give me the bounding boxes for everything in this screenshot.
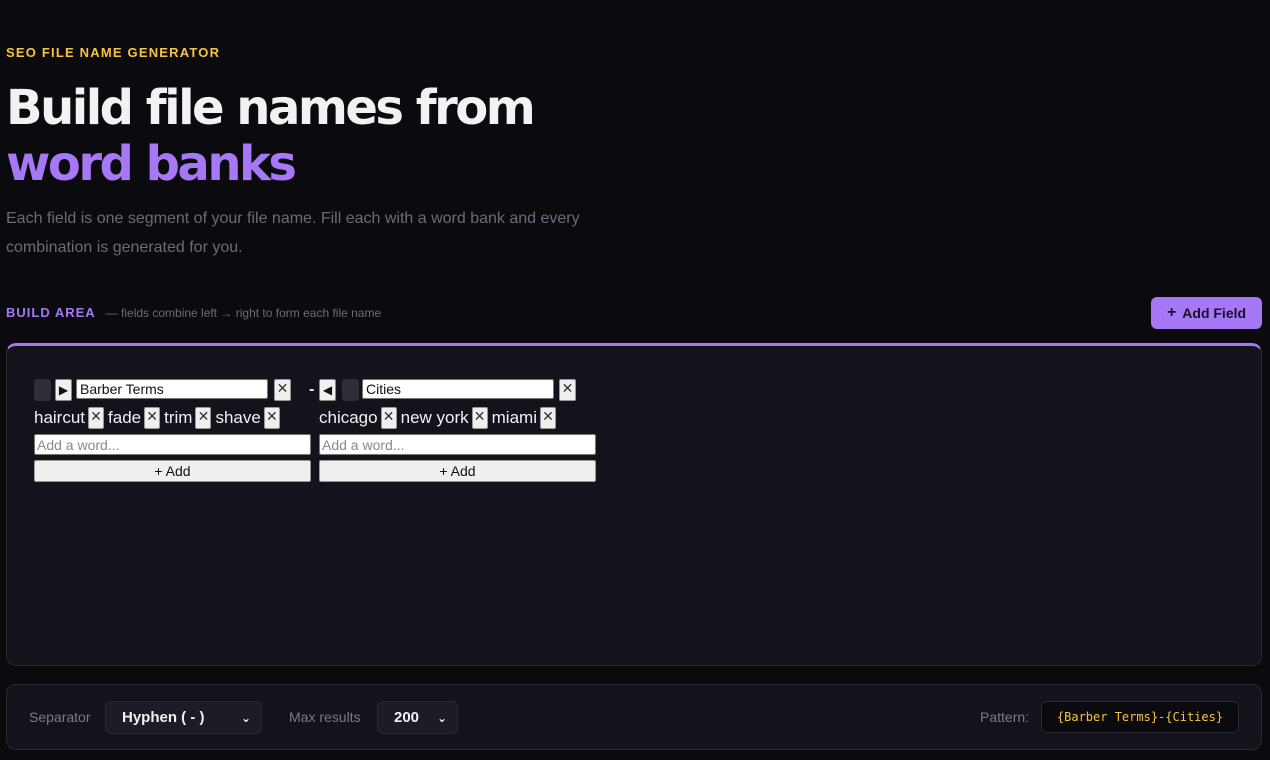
remove-field-icon[interactable]: ✕ xyxy=(559,379,576,401)
word-chip-text: chicago xyxy=(319,408,378,427)
eyebrow-label: SEO FILE NAME GENERATOR xyxy=(6,45,221,60)
remove-word-icon[interactable]: ✕ xyxy=(88,407,105,429)
build-area: ▶ ✕ haircut ✕ fade ✕ trim ✕ shave ✕ + Ad… xyxy=(6,343,1262,666)
max-results-select[interactable]: 200 ⌄ xyxy=(377,701,458,734)
word-chip-text: miami xyxy=(491,408,537,427)
add-word-input[interactable] xyxy=(34,434,311,455)
remove-word-icon[interactable]: ✕ xyxy=(195,407,212,429)
pattern-preview: {Barber Terms}-{Cities} xyxy=(1041,701,1239,733)
word-chip-text: haircut xyxy=(34,408,86,427)
max-results-label: Max results xyxy=(289,709,361,725)
word-chip: haircut ✕ xyxy=(34,407,105,429)
word-chip-list: haircut ✕ fade ✕ trim ✕ shave ✕ xyxy=(34,406,311,430)
build-area-hint: — fields combine left → right to form ea… xyxy=(105,306,382,320)
build-area-header: BUILD AREA — fields combine left → right… xyxy=(6,305,381,320)
move-left-icon[interactable]: ◀ xyxy=(319,379,336,401)
title-line-2: word banks xyxy=(6,136,297,192)
word-chip: trim ✕ xyxy=(164,407,212,429)
remove-word-icon[interactable]: ✕ xyxy=(380,407,397,429)
page-title: Build file names from word banks xyxy=(6,80,536,192)
field-name-input[interactable] xyxy=(362,379,554,399)
word-chip-text: shave xyxy=(215,408,261,427)
chevron-down-icon: ⌄ xyxy=(240,710,251,725)
word-chip-text: fade xyxy=(108,408,142,427)
word-chip-text: new york xyxy=(400,408,469,427)
field-name-input[interactable] xyxy=(76,379,268,399)
add-word-button[interactable]: + Add xyxy=(34,460,311,482)
options-bar: Separator Hyphen ( - ) ⌄ Max results 200… xyxy=(6,684,1262,750)
separator-preview: - xyxy=(309,381,315,398)
drag-handle-icon[interactable] xyxy=(34,379,51,401)
remove-word-icon[interactable]: ✕ xyxy=(263,407,280,429)
word-chip: miami ✕ xyxy=(492,407,556,429)
field-header: ◀ ✕ xyxy=(319,379,596,401)
pattern-label: Pattern: xyxy=(980,709,1030,725)
word-chip: new york ✕ xyxy=(401,407,488,429)
remove-field-icon[interactable]: ✕ xyxy=(274,379,291,401)
add-word-button[interactable]: + Add xyxy=(319,460,596,482)
word-chip: shave ✕ xyxy=(215,407,280,429)
remove-word-icon[interactable]: ✕ xyxy=(144,407,161,429)
drag-handle-icon[interactable] xyxy=(342,379,359,401)
field-card: ▶ ✕ haircut ✕ fade ✕ trim ✕ shave ✕ + Ad… xyxy=(34,379,311,482)
word-chip-text: trim xyxy=(164,408,193,427)
separator-select-value: Hyphen ( - ) xyxy=(122,709,205,726)
max-results-select-value: 200 xyxy=(394,709,420,726)
word-chip: chicago ✕ xyxy=(319,407,397,429)
remove-word-icon[interactable]: ✕ xyxy=(539,407,556,429)
field-header: ▶ ✕ xyxy=(34,379,311,401)
move-right-icon[interactable]: ▶ xyxy=(55,379,72,401)
word-chip: fade ✕ xyxy=(108,407,161,429)
separator-select[interactable]: Hyphen ( - ) ⌄ xyxy=(105,701,262,734)
field-card: ◀ ✕ chicago ✕ new york ✕ miami ✕ + Add xyxy=(319,379,596,482)
build-area-label: BUILD AREA xyxy=(6,305,96,320)
add-word-input[interactable] xyxy=(319,434,596,455)
plus-icon: + xyxy=(1166,304,1177,321)
add-field-button[interactable]: + Add Field xyxy=(1151,297,1262,329)
remove-word-icon[interactable]: ✕ xyxy=(471,407,488,429)
word-chip-list: chicago ✕ new york ✕ miami ✕ xyxy=(319,406,596,430)
add-field-label: Add Field xyxy=(1182,305,1247,321)
separator-label: Separator xyxy=(29,709,91,725)
chevron-down-icon: ⌄ xyxy=(436,710,447,725)
page-description: Each field is one segment of your file n… xyxy=(6,210,580,256)
title-line-1: Build file names from xyxy=(6,80,536,136)
